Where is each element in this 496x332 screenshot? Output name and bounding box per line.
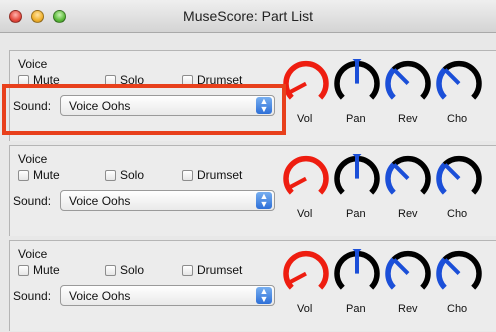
solo-checkbox[interactable] — [105, 75, 116, 86]
knobs-graphic — [283, 249, 482, 290]
sound-select[interactable]: Voice Oohs ▲ ▼ — [60, 285, 275, 306]
cho-label: Cho — [447, 208, 468, 220]
mute-checkbox[interactable] — [18, 170, 29, 181]
pan-knob[interactable] — [334, 154, 380, 195]
solo-checkbox[interactable] — [105, 170, 116, 181]
window-title: MuseScore: Part List — [183, 8, 313, 24]
rev-knob[interactable] — [385, 155, 431, 195]
drumset-label: Drumset — [197, 168, 243, 182]
pan-label: Pan — [346, 208, 366, 220]
sound-label: Sound: — [13, 194, 52, 208]
select-arrows-icon: ▲ ▼ — [256, 287, 272, 304]
cho-knob[interactable] — [436, 60, 482, 100]
knobs-graphic — [283, 59, 482, 100]
title-bar: MuseScore: Part List — [0, 0, 496, 33]
part-name: Voice — [18, 152, 48, 166]
vol-knob[interactable] — [283, 155, 329, 195]
part-strip: Voice Mute Solo Drumset Sound: Voice Ooh… — [9, 50, 496, 141]
part-name: Voice — [18, 247, 48, 261]
part-strip: Voice Mute Solo Drumset Sound: Voice Ooh… — [9, 240, 496, 331]
cho-label: Cho — [447, 113, 468, 125]
sound-select[interactable]: Voice Oohs ▲ ▼ — [60, 190, 275, 211]
sound-label: Sound: — [13, 99, 52, 113]
drumset-checkbox[interactable] — [182, 170, 193, 181]
part-name: Voice — [18, 57, 48, 71]
sound-select[interactable]: Voice Oohs ▲ ▼ — [60, 95, 275, 116]
mute-checkbox[interactable] — [18, 75, 29, 86]
mute-label: Mute — [33, 168, 60, 182]
vol-knob[interactable] — [283, 250, 329, 290]
knob-group: Vol Pan Rev Cho — [280, 146, 496, 237]
pan-knob[interactable] — [334, 249, 380, 290]
pan-knob[interactable] — [334, 59, 380, 100]
sound-label: Sound: — [13, 289, 52, 303]
sound-select-value: Voice Oohs — [69, 99, 131, 113]
sound-select-value: Voice Oohs — [69, 194, 131, 208]
mute-label: Mute — [33, 263, 60, 277]
rev-knob[interactable] — [385, 60, 431, 100]
rev-label: Rev — [398, 113, 418, 125]
solo-label: Solo — [120, 73, 145, 87]
knobs-graphic — [283, 154, 482, 195]
drumset-checkbox[interactable] — [182, 75, 193, 86]
drumset-label: Drumset — [197, 263, 243, 277]
vol-label: Vol — [297, 113, 313, 125]
drumset-checkbox[interactable] — [182, 265, 193, 276]
pan-label: Pan — [346, 113, 366, 125]
solo-label: Solo — [120, 263, 145, 277]
rev-label: Rev — [398, 208, 418, 220]
solo-label: Solo — [120, 168, 145, 182]
knob-group: Vol Pan Rev Cho — [280, 51, 496, 142]
sound-select-value: Voice Oohs — [69, 289, 131, 303]
mute-checkbox[interactable] — [18, 265, 29, 276]
select-arrows-icon: ▲ ▼ — [256, 192, 272, 209]
select-arrows-icon: ▲ ▼ — [256, 97, 272, 114]
rev-knob[interactable] — [385, 250, 431, 290]
part-strip: Voice Mute Solo Drumset Sound: Voice Ooh… — [9, 145, 496, 236]
cho-knob[interactable] — [436, 155, 482, 195]
solo-checkbox[interactable] — [105, 265, 116, 276]
cho-knob[interactable] — [436, 250, 482, 290]
drumset-label: Drumset — [197, 73, 243, 87]
mute-label: Mute — [33, 73, 60, 87]
vol-label: Vol — [297, 208, 313, 220]
knob-group: Vol Pan Rev Cho — [280, 241, 496, 332]
vol-knob[interactable] — [283, 60, 329, 100]
